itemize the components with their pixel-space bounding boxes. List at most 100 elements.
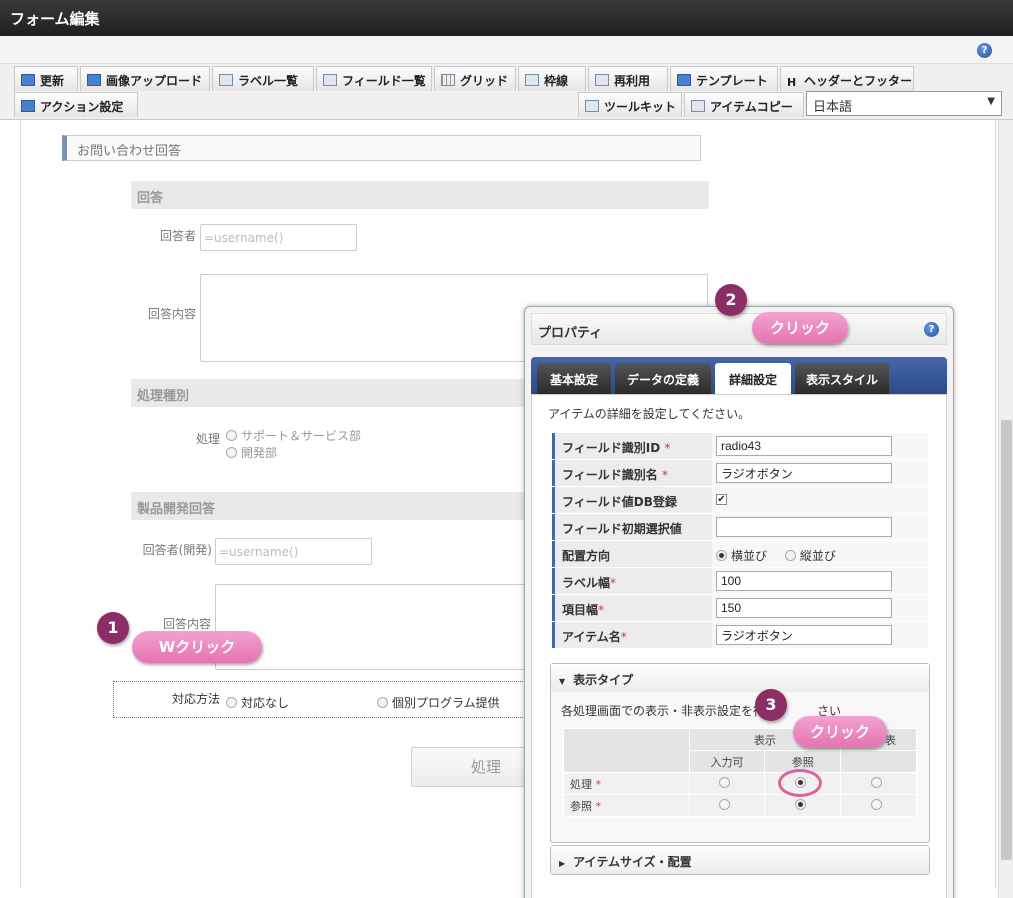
field-list-button[interactable]: フィールド一覧 xyxy=(316,66,432,91)
step-1-callout: Wクリック xyxy=(132,631,262,663)
step-2-badge: 2 xyxy=(715,284,747,316)
section-title: お問い合わせ回答 xyxy=(62,135,701,161)
label-list-button[interactable]: ラベル一覧 xyxy=(212,66,314,91)
toolkit-icon xyxy=(585,100,599,112)
property-panel: プロパティ ? 基本設定 データの定義 詳細設定 表示スタイル アイテムの詳細を… xyxy=(524,306,954,898)
field-list-icon xyxy=(323,74,337,86)
prop-row-item-width: 項目幅* xyxy=(552,595,928,621)
template-icon xyxy=(677,74,691,86)
label-width-input[interactable] xyxy=(716,571,892,591)
triangle-down-icon: ▼ xyxy=(559,677,566,686)
border-icon xyxy=(525,74,539,86)
display-type-toggle[interactable]: ▼ 表示タイプ xyxy=(551,664,929,692)
process-option-dev[interactable]: 開発部 xyxy=(226,444,277,461)
row-reference: 参照 * xyxy=(563,794,690,817)
reference-hidden-radio[interactable] xyxy=(871,799,883,810)
process-option-support[interactable]: サポート＆サービス部 xyxy=(226,427,361,444)
help-icon[interactable]: ? xyxy=(977,43,992,58)
dev-respondent-label: 回答者(開発) xyxy=(142,543,212,557)
grid-button[interactable]: グリッド xyxy=(434,66,516,91)
prop-row-item-name: アイテム名* xyxy=(552,622,928,648)
chevron-down-icon: ▼ xyxy=(987,96,995,107)
image-upload-button[interactable]: 画像アップロード xyxy=(80,66,210,91)
dev-answer-content-textarea[interactable] xyxy=(215,584,527,670)
border-button[interactable]: 枠線 xyxy=(518,66,586,91)
dev-answer-heading: 製品開発回答 xyxy=(131,492,531,520)
label-list-icon xyxy=(219,74,233,86)
scroll-thumb[interactable] xyxy=(1001,420,1012,860)
toolkit-button[interactable]: ツールキット xyxy=(578,92,682,117)
method-option-program[interactable]: 個別プログラム提供 xyxy=(377,694,500,711)
field-name-input[interactable] xyxy=(716,463,892,483)
help-icon[interactable]: ? xyxy=(924,322,939,337)
reuse-icon xyxy=(595,74,609,86)
method-label: 対応方法 xyxy=(171,692,220,706)
panel-title: プロパティ xyxy=(538,326,603,341)
template-button[interactable]: テンプレート xyxy=(670,66,778,91)
action-settings-icon xyxy=(21,100,35,112)
radio-icon xyxy=(377,697,388,708)
tab-data-definition[interactable]: データの定義 xyxy=(615,363,711,394)
prop-row-label-width: ラベル幅* xyxy=(552,568,928,594)
highlight-ring xyxy=(778,769,822,797)
field-id-input[interactable] xyxy=(716,436,892,456)
panel-body: アイテムの詳細を設定してください。 フィールド識別ID * フィールド識別名 *… xyxy=(531,394,947,898)
initial-value-input[interactable] xyxy=(716,517,892,537)
item-copy-icon xyxy=(691,100,705,112)
process-type-heading: 処理種別 xyxy=(131,379,531,407)
action-settings-button[interactable]: アクション設定 xyxy=(14,92,138,117)
panel-header: プロパティ ? xyxy=(531,313,947,345)
radio-icon xyxy=(784,550,796,561)
display-type-note: 各処理画面での表示・非表示設定を行 さい xyxy=(561,704,842,718)
step-3-callout: クリック xyxy=(793,716,887,748)
item-name-input[interactable] xyxy=(716,625,892,645)
language-select[interactable]: 日本語 ▼ xyxy=(806,91,1002,116)
header-footer-icon: H xyxy=(787,76,797,89)
panel-tabs: 基本設定 データの定義 詳細設定 表示スタイル xyxy=(531,357,947,394)
panel-description: アイテムの詳細を設定してください。 xyxy=(548,407,751,421)
image-upload-icon xyxy=(87,74,101,86)
triangle-right-icon: ▶ xyxy=(559,859,566,868)
dev-respondent-input[interactable]: =username() xyxy=(215,538,372,565)
radio-icon xyxy=(226,430,237,441)
reuse-button[interactable]: 再利用 xyxy=(588,66,668,91)
step-1-badge: 1 xyxy=(97,612,129,644)
answer-content-label: 回答内容 xyxy=(147,307,196,321)
direction-horizontal[interactable]: 横並び xyxy=(716,549,767,563)
radio-icon xyxy=(226,447,237,458)
item-size-toggle[interactable]: ▶ アイテムサイズ・配置 xyxy=(551,846,929,874)
db-register-checkbox[interactable]: ✔ xyxy=(716,494,727,505)
process-input-radio[interactable] xyxy=(719,777,731,788)
reference-input-radio[interactable] xyxy=(719,799,731,810)
answer-heading: 回答 xyxy=(131,181,709,209)
radio-icon xyxy=(226,697,237,708)
prop-row-initial-value: フィールド初期選択値 xyxy=(552,514,928,540)
prop-row-db-register: フィールド値DB登録 ✔ xyxy=(552,487,928,513)
item-size-section: ▶ アイテムサイズ・配置 xyxy=(550,845,930,875)
prop-row-field-name: フィールド識別名 * xyxy=(552,460,928,486)
process-hidden-radio[interactable] xyxy=(871,777,883,788)
window-title: フォーム編集 xyxy=(0,0,1013,36)
method-option-none[interactable]: 対応なし xyxy=(226,694,289,711)
reference-reference-radio[interactable] xyxy=(795,799,807,810)
item-width-input[interactable] xyxy=(716,598,892,618)
respondent-label: 回答者 xyxy=(159,229,196,243)
direction-vertical[interactable]: 縦並び xyxy=(784,549,836,563)
help-bar: ? xyxy=(0,36,1013,64)
display-type-section: ▼ 表示タイプ 各処理画面での表示・非表示設定を行 さい 表示 表 入力可 参照 処… xyxy=(550,663,930,843)
process-label: 処理 xyxy=(195,432,220,446)
tab-detail[interactable]: 詳細設定 xyxy=(715,363,791,394)
update-button[interactable]: 更新 xyxy=(14,66,78,91)
header-footer-button[interactable]: H ヘッダーとフッター xyxy=(780,66,914,91)
tab-display-style[interactable]: 表示スタイル xyxy=(795,363,889,394)
tab-basic[interactable]: 基本設定 xyxy=(537,363,611,394)
scrollbar[interactable] xyxy=(998,120,1013,898)
dev-answer-content-label: 回答内容 xyxy=(162,617,211,631)
respondent-input[interactable]: =username() xyxy=(200,224,357,251)
step-3-badge: 3 xyxy=(755,689,787,721)
radio-icon xyxy=(716,550,727,561)
item-copy-button[interactable]: アイテムコピー xyxy=(684,92,804,117)
grid-icon xyxy=(441,74,455,86)
prop-row-field-id: フィールド識別ID * xyxy=(552,433,928,459)
prop-row-direction: 配置方向 横並び 縦並び xyxy=(552,541,928,567)
